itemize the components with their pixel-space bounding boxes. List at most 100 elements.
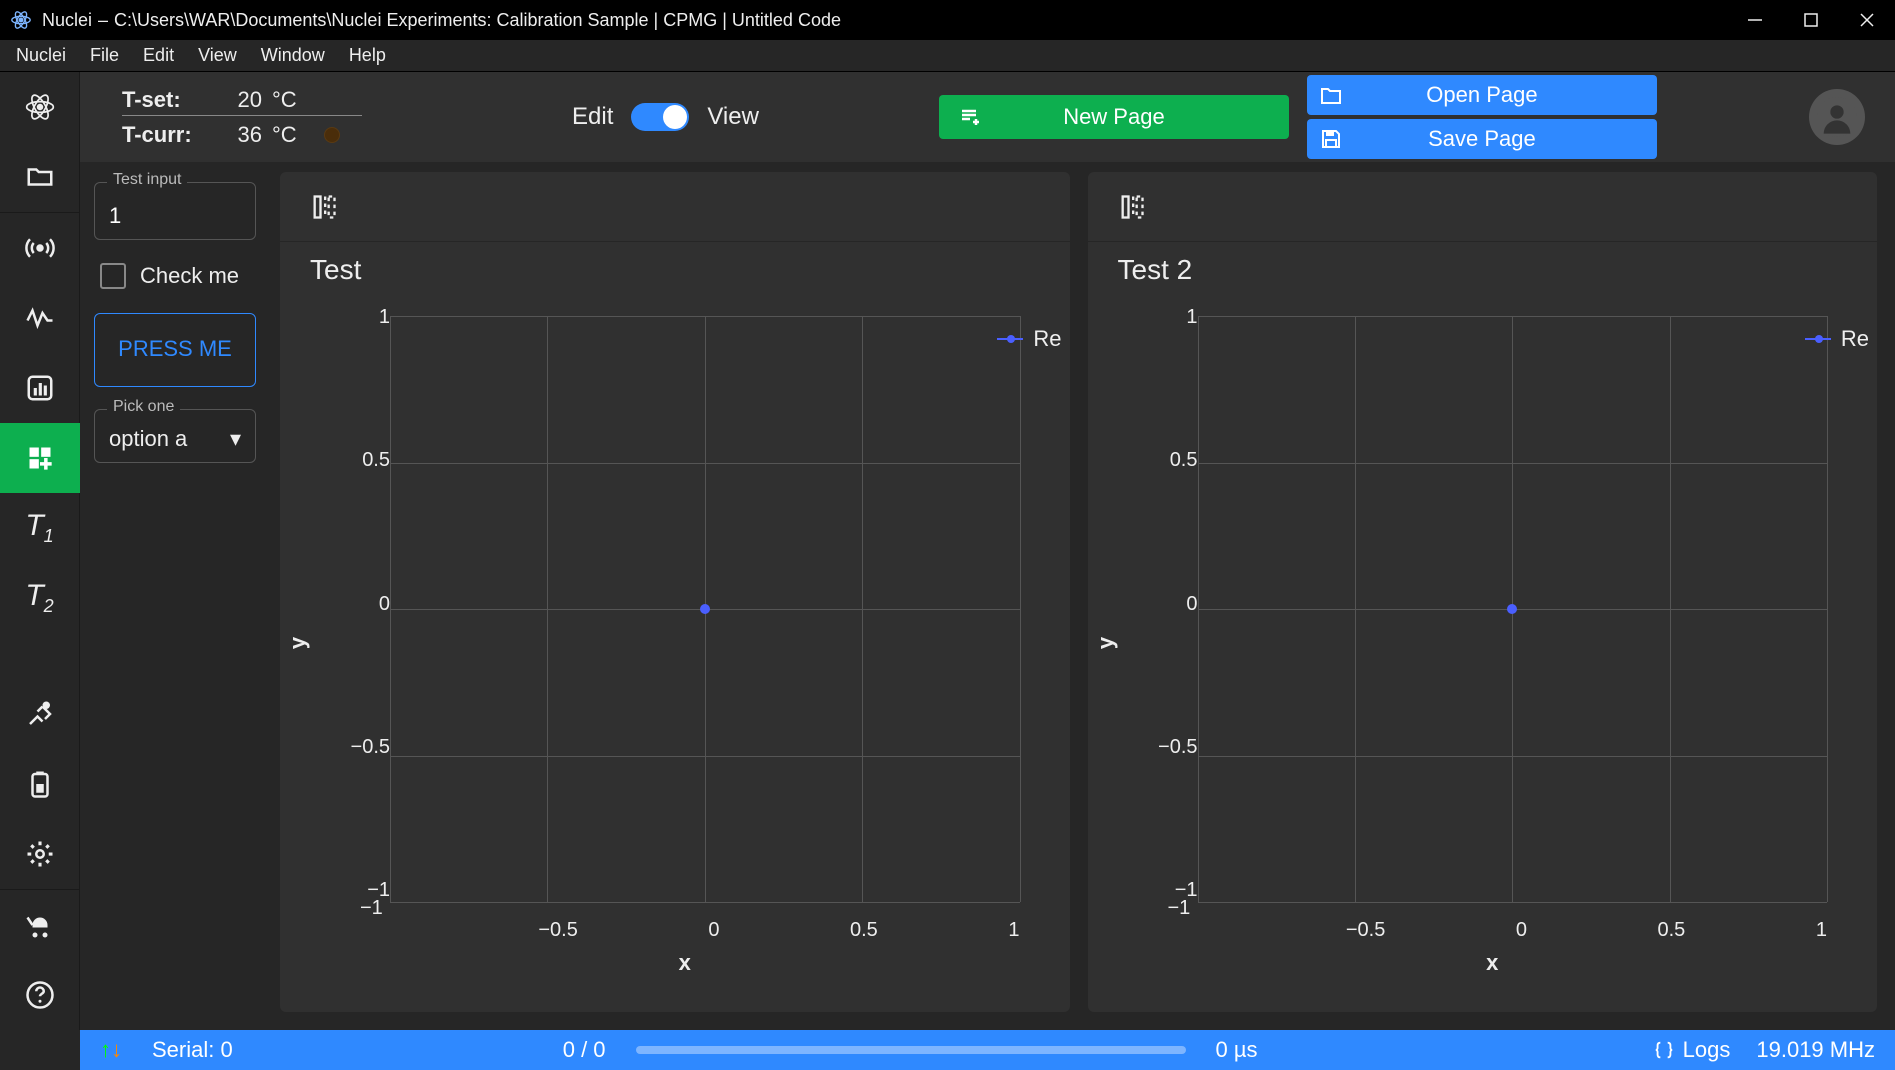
menubar: Nuclei File Edit View Window Help — [0, 40, 1895, 72]
menu-view[interactable]: View — [188, 41, 247, 70]
test-input[interactable] — [109, 203, 241, 229]
sidebar: T1 T2 — [0, 72, 80, 1030]
sidebar-folder-icon[interactable] — [0, 142, 80, 212]
chart-2-x-axis: -1−0.500.51 — [1198, 919, 1828, 942]
menu-nuclei[interactable]: Nuclei — [6, 41, 76, 70]
chart-2-legend: Re — [1805, 326, 1869, 352]
title-sep: – — [98, 10, 108, 31]
t-curr-label: T-curr: — [122, 122, 207, 148]
open-page-button[interactable]: Open Page — [1307, 75, 1657, 115]
sidebar-settings-icon[interactable] — [0, 819, 80, 889]
menu-window[interactable]: Window — [251, 41, 335, 70]
braces-icon — [1653, 1039, 1675, 1061]
chart-2-ylabel: y — [1093, 637, 1119, 649]
chart-1-title: Test — [280, 242, 1070, 286]
menu-help[interactable]: Help — [339, 41, 396, 70]
sidebar-t1-icon[interactable]: T1 — [0, 493, 80, 563]
top-toolbar: T-set: 20 °C T-curr: 36 °C Edit View New… — [80, 72, 1895, 162]
new-page-label: New Page — [1063, 104, 1165, 130]
chart-1-grid — [390, 316, 1020, 902]
duration-display: 0 µs — [1216, 1037, 1258, 1063]
parameter-panel: Test input Check me PRESS ME Pick one op… — [80, 162, 270, 1030]
menu-edit[interactable]: Edit — [133, 41, 184, 70]
sidebar-widgets-icon[interactable] — [0, 423, 80, 493]
folder-open-icon — [1319, 83, 1343, 107]
close-button[interactable] — [1839, 0, 1895, 40]
charts-container: Test y x 10.50−0.5−1 −1 -1−0.500.51 Re — [270, 162, 1895, 1030]
chart-1-plot[interactable]: y x 10.50−0.5−1 −1 -1−0.500.51 Re — [320, 306, 1050, 982]
view-mode-toggle[interactable] — [631, 103, 689, 131]
sidebar-waveform-icon[interactable] — [0, 283, 80, 353]
user-avatar[interactable] — [1809, 89, 1865, 145]
t-curr-value: 36 — [217, 122, 262, 148]
connection-indicator-icon[interactable]: ↑↓ — [100, 1037, 122, 1063]
chart-1-x-axis: -1−0.500.51 — [390, 919, 1020, 942]
serial-status[interactable]: Serial: 0 — [152, 1037, 233, 1063]
maximize-button[interactable] — [1783, 0, 1839, 40]
t-set-row[interactable]: T-set: 20 °C — [122, 87, 362, 116]
sidebar-battery-icon[interactable] — [0, 749, 80, 819]
save-page-label: Save Page — [1428, 126, 1536, 152]
open-page-label: Open Page — [1426, 82, 1537, 108]
frequency-display[interactable]: 19.019 MHz — [1756, 1037, 1875, 1063]
pick-one-value: option a — [109, 426, 187, 452]
check-me-label: Check me — [140, 262, 239, 291]
t-set-value: 20 — [217, 87, 262, 113]
document-path: C:\Users\WAR\Documents\Nuclei Experiment… — [114, 10, 841, 31]
chart-1-corner-tick: −1 — [360, 897, 383, 920]
chart-1-ylabel: y — [285, 637, 311, 649]
t-curr-row: T-curr: 36 °C — [122, 122, 362, 148]
save-icon — [1319, 127, 1343, 151]
t-set-unit: °C — [272, 87, 308, 113]
chart-1-legend: Re — [997, 326, 1061, 352]
t-curr-unit: °C — [272, 122, 308, 148]
check-me-row[interactable]: Check me — [94, 262, 256, 291]
chart-1-y-axis: 10.50−0.5−1 — [320, 306, 390, 902]
press-me-button[interactable]: PRESS ME — [94, 313, 256, 387]
sidebar-stroller-icon[interactable] — [0, 890, 80, 960]
progress-count: 0 / 0 — [563, 1037, 606, 1063]
chart-1-xlabel: x — [320, 950, 1050, 976]
edit-view-switch: Edit View — [572, 103, 759, 131]
progress-bar — [636, 1046, 1186, 1054]
t-set-label: T-set: — [122, 87, 207, 113]
status-bar: ↑↓ Serial: 0 0 / 0 0 µs Logs 19.019 MHz — [80, 1030, 1895, 1070]
check-me-checkbox[interactable] — [100, 263, 126, 289]
main-content: Test input Check me PRESS ME Pick one op… — [80, 162, 1895, 1030]
view-label: View — [707, 103, 759, 131]
app-logo-icon — [10, 9, 32, 31]
chart-2-xlabel: x — [1128, 950, 1858, 976]
pick-one-select[interactable]: option a ▾ — [109, 426, 241, 452]
chart-2-grid — [1198, 316, 1828, 902]
test-input-field[interactable]: Test input — [94, 182, 256, 240]
playlist-add-icon — [959, 105, 983, 129]
sidebar-atom-icon[interactable] — [0, 72, 80, 142]
pick-one-legend: Pick one — [107, 398, 180, 416]
chart-panel-1: Test y x 10.50−0.5−1 −1 -1−0.500.51 Re — [280, 172, 1070, 1012]
minimize-button[interactable] — [1727, 0, 1783, 40]
chart-2-y-axis: 10.50−0.5−1 — [1128, 306, 1198, 902]
sidebar-dig-icon[interactable] — [0, 679, 80, 749]
chart-2-plot[interactable]: y x 10.50−0.5−1 −1 -1−0.500.51 Re — [1128, 306, 1858, 982]
panel-config-icon[interactable] — [1118, 193, 1146, 221]
window-titlebar: Nuclei – C:\Users\WAR\Documents\Nuclei E… — [0, 0, 1895, 40]
sidebar-help-icon[interactable] — [0, 960, 80, 1030]
new-page-button[interactable]: New Page — [939, 95, 1289, 139]
save-page-button[interactable]: Save Page — [1307, 119, 1657, 159]
edit-label: Edit — [572, 103, 613, 131]
chart-2-corner-tick: −1 — [1168, 897, 1191, 920]
panel-config-icon[interactable] — [310, 193, 338, 221]
chevron-down-icon: ▾ — [230, 426, 241, 452]
chart-2-point — [1507, 604, 1517, 614]
pick-one-field[interactable]: Pick one option a ▾ — [94, 409, 256, 463]
logs-button[interactable]: Logs — [1653, 1037, 1731, 1063]
temp-status-indicator — [324, 127, 340, 143]
app-name: Nuclei — [42, 10, 92, 31]
chart-panel-2: Test 2 y x 10.50−0.5−1 −1 -1−0.500.51 Re — [1088, 172, 1878, 1012]
sidebar-signal-icon[interactable] — [0, 213, 80, 283]
temperature-display: T-set: 20 °C T-curr: 36 °C — [122, 87, 362, 148]
menu-file[interactable]: File — [80, 41, 129, 70]
test-input-legend: Test input — [107, 171, 187, 189]
sidebar-bar-chart-icon[interactable] — [0, 353, 80, 423]
sidebar-t2-icon[interactable]: T2 — [0, 563, 80, 633]
